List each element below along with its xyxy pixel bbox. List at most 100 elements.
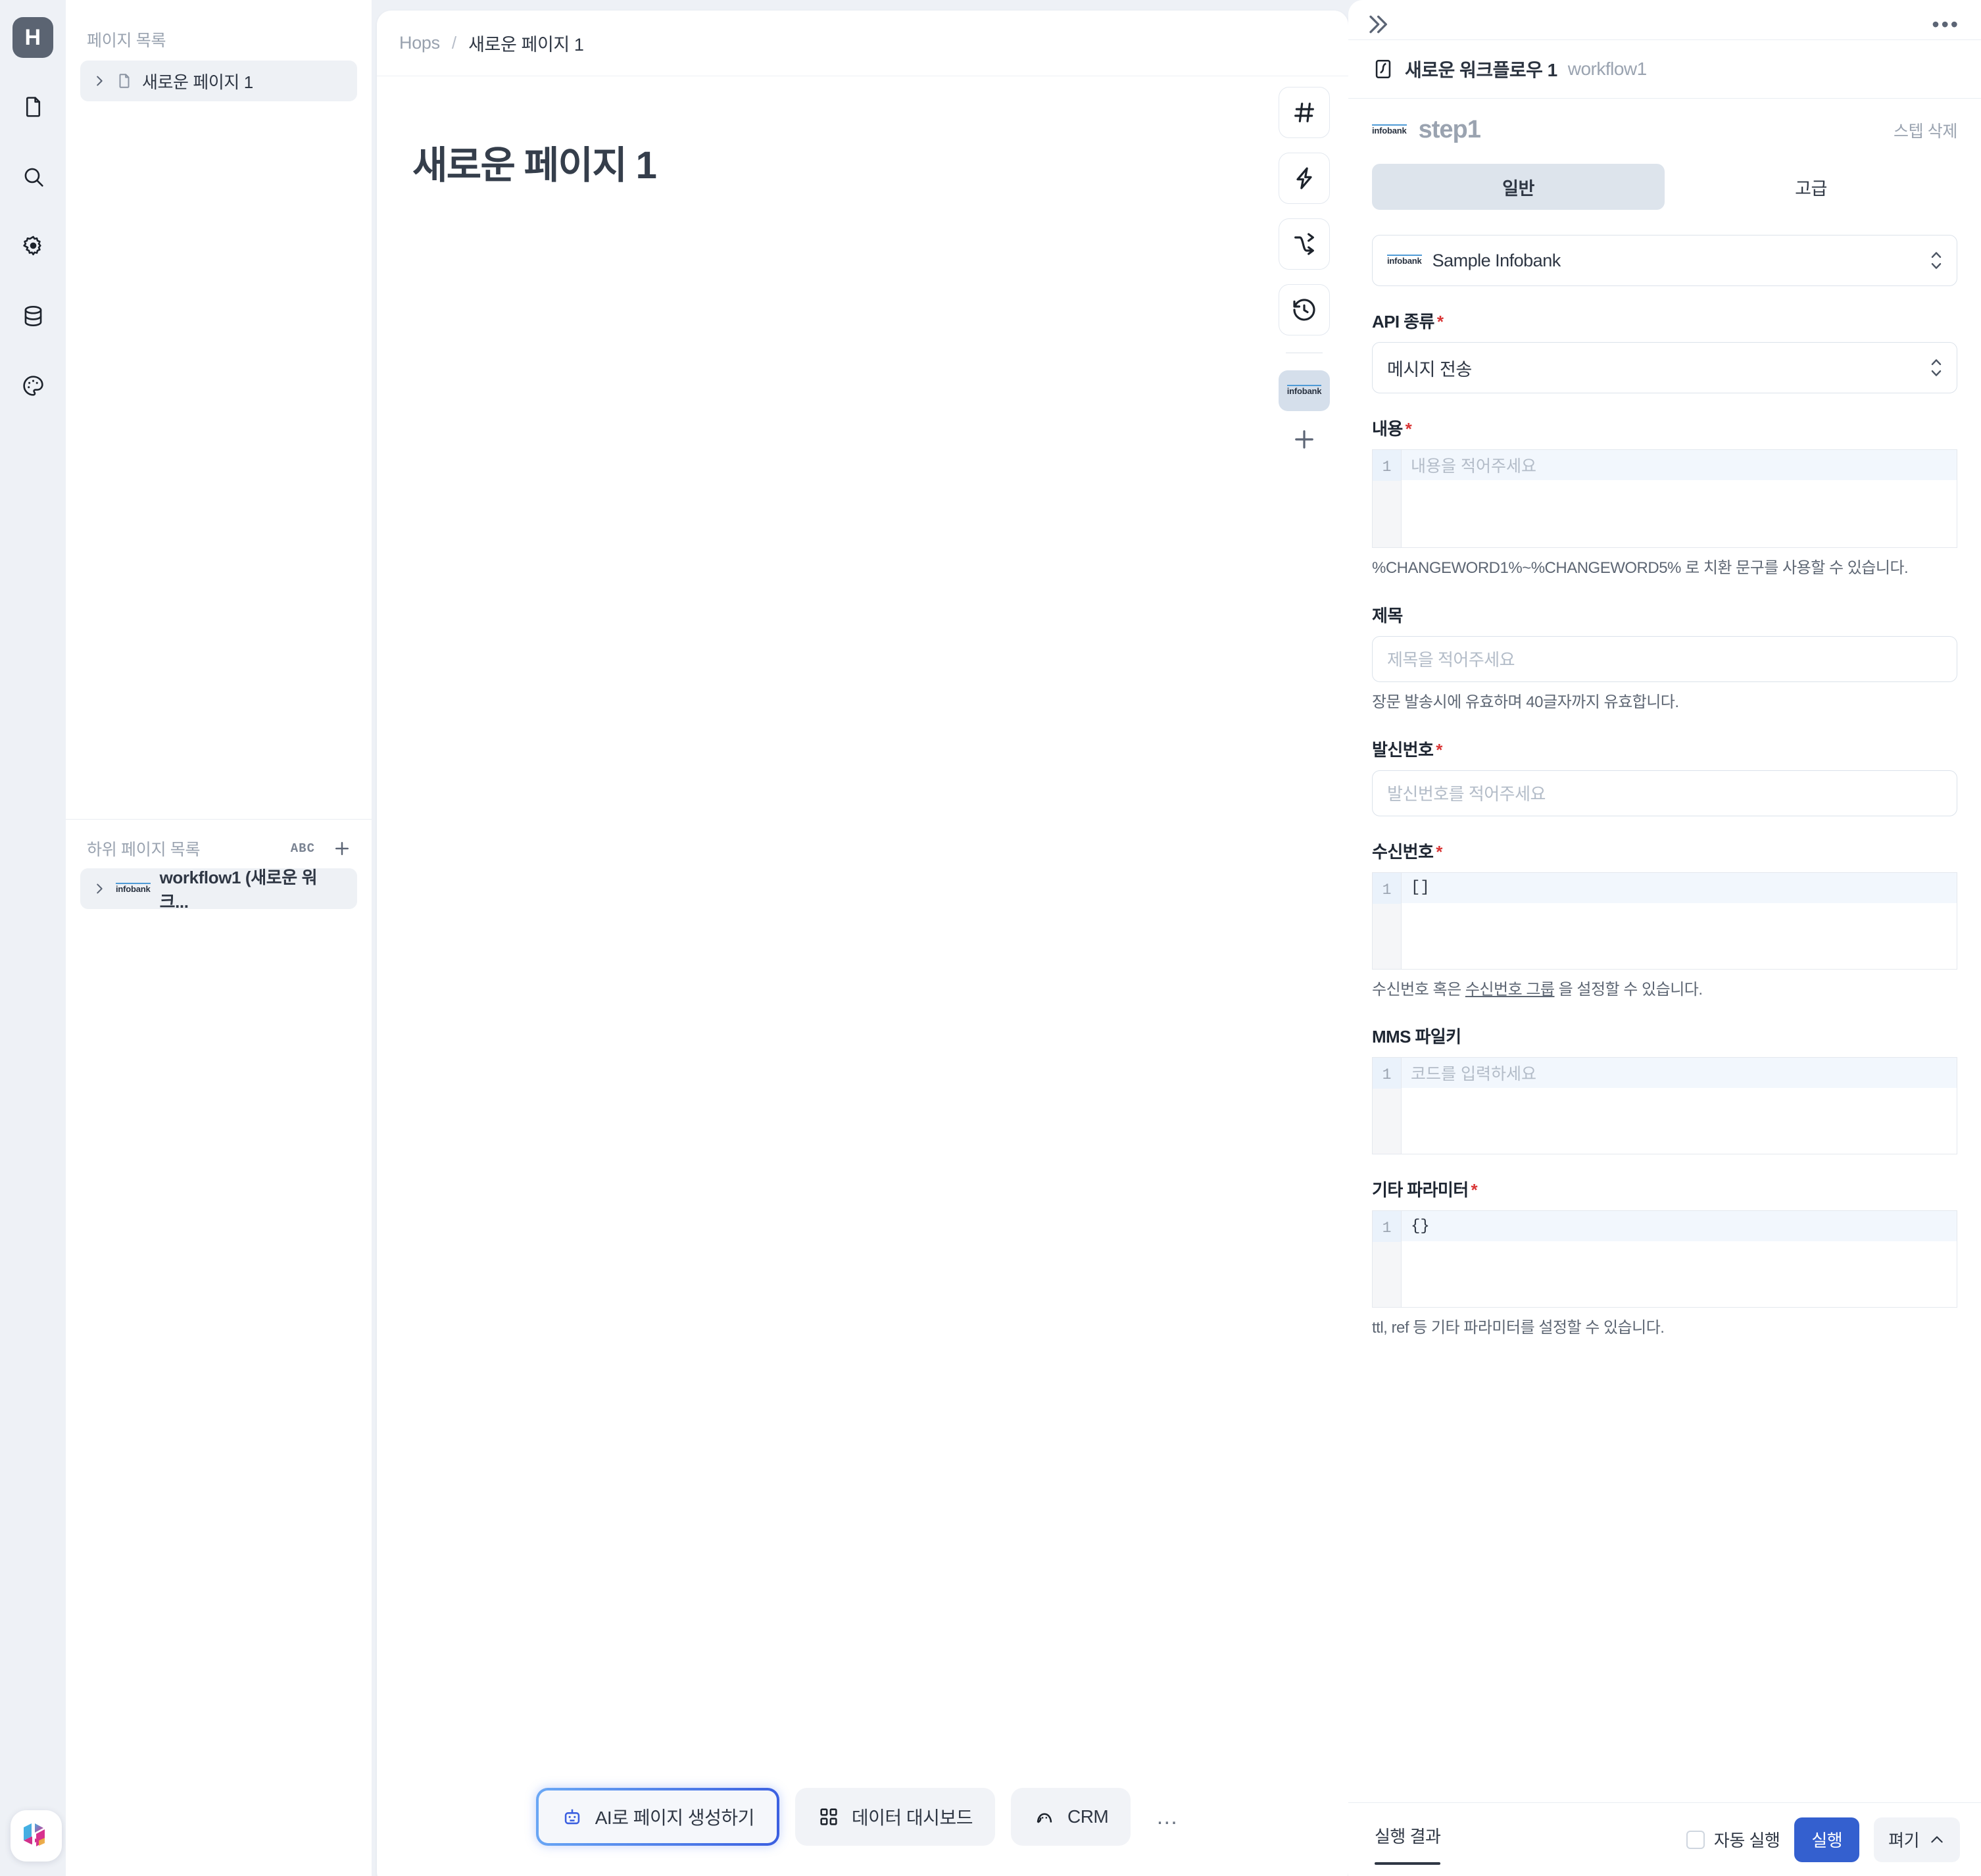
branch-arrows-icon[interactable] [1279, 218, 1330, 270]
crm-icon [1037, 1813, 1052, 1823]
etc-params-gutter: 1 [1373, 1211, 1402, 1308]
page-file-icon [116, 72, 133, 89]
infobank-badge: infobank [1372, 124, 1407, 136]
crm-button[interactable]: CRM [1010, 1788, 1131, 1846]
breadcrumb: Hops / 새로운 페이지 1 [377, 11, 1348, 76]
sort-abc-button[interactable]: ABC [291, 841, 315, 856]
page-list-item-label: 새로운 페이지 1 [142, 72, 253, 92]
history-clock-icon[interactable] [1279, 284, 1330, 335]
hash-icon[interactable] [1279, 87, 1330, 138]
mms-filekey-code-area[interactable]: 코드를 입력하세요 [1402, 1058, 1957, 1154]
tab-general[interactable]: 일반 [1372, 164, 1665, 210]
required-marker: * [1436, 841, 1442, 862]
content-label: 내용 [1372, 419, 1403, 439]
delete-step-button[interactable]: 스텝 삭제 [1894, 118, 1957, 142]
fold-panel-label: 펴기 [1888, 1831, 1919, 1850]
sender-placeholder: 발신번호를 적어주세요 [1387, 784, 1546, 804]
step-settings-panel: ••• 새로운 워크플로우 1 workflow1 infobank step1… [1348, 0, 1981, 1876]
sender-label-row: 발신번호 * [1372, 737, 1957, 761]
run-button[interactable]: 실행 [1794, 1817, 1860, 1862]
dashboard-grid-icon [820, 1808, 837, 1825]
hops-logo-icon [24, 1823, 45, 1846]
receiver-label: 수신번호 [1372, 841, 1434, 862]
api-type-label: API 종류 [1372, 312, 1434, 332]
chevron-updown-icon [1929, 355, 1944, 380]
search-icon[interactable] [12, 155, 54, 197]
data-dashboard-button[interactable]: 데이터 대시보드 [795, 1788, 995, 1846]
etc-params-code-editor[interactable]: 1 {} [1372, 1210, 1957, 1308]
etc-params-code-area[interactable]: {} [1402, 1211, 1957, 1307]
receiver-value: [] [1402, 872, 1957, 903]
page-list-panel: 페이지 목록 새로운 페이지 1 하위 페이지 목록 ABC infobank … [66, 0, 372, 1876]
content-code-editor[interactable]: 1 내용을 적어주세요 [1372, 449, 1957, 548]
sub-page-list-item[interactable]: infobank workflow1 (새로운 워크... [80, 868, 357, 912]
lightning-icon[interactable] [1279, 153, 1330, 204]
content-hint: %CHANGEWORD1%~%CHANGEWORD5% 로 치환 문구를 사용할… [1372, 559, 1909, 577]
tab-advanced[interactable]: 고급 [1665, 164, 1957, 210]
etc-params-hint: ttl, ref 등 기타 파라미터를 설정할 수 있습니다. [1372, 1319, 1665, 1337]
fold-panel-button[interactable]: 펴기 [1874, 1817, 1960, 1862]
workspace-avatar[interactable]: H [12, 17, 53, 58]
receiver-code-editor[interactable]: 1 [] [1372, 872, 1957, 970]
receiver-hint: 수신번호 혹은 수신번호 그룹 을 설정할 수 있습니다. [1372, 979, 1957, 1002]
tab-execution-result[interactable]: 실행 결과 [1375, 1809, 1441, 1870]
mms-filekey-placeholder: 코드를 입력하세요 [1402, 1058, 1957, 1089]
chevrons-right-icon[interactable] [1364, 11, 1390, 37]
palette-icon[interactable] [12, 364, 54, 407]
gear-icon[interactable] [12, 225, 54, 267]
etc-params-label: 기타 파라미터 [1372, 1180, 1469, 1200]
document-icon[interactable] [12, 86, 54, 128]
required-marker: * [1405, 419, 1412, 439]
canvas-bottom-toolbar: AI로 페이지 생성하기 데이터 대시보드 CRM … [377, 1788, 1348, 1846]
panel-top-bar: ••• [1348, 0, 1981, 39]
page-list-spacer [66, 101, 372, 819]
canvas-node-infobank[interactable]: infobank [1279, 370, 1330, 411]
breadcrumb-root[interactable]: Hops [399, 33, 440, 53]
api-type-value: 메시지 전송 [1387, 359, 1472, 380]
line-number: 1 [1373, 1211, 1401, 1243]
bottom-toolbar-more-button[interactable]: … [1146, 1804, 1189, 1830]
title-input[interactable]: 제목을 적어주세요 [1372, 635, 1957, 682]
api-type-select[interactable]: 메시지 전송 [1372, 342, 1957, 393]
chevron-right-icon[interactable] [92, 74, 107, 88]
connection-select[interactable]: infobank Sample Infobank [1372, 235, 1957, 286]
more-horizontal-icon[interactable]: ••• [1932, 12, 1960, 37]
required-marker: * [1471, 1180, 1478, 1200]
page-list-item[interactable]: 새로운 페이지 1 [80, 61, 357, 101]
auto-run-checkbox-wrap[interactable]: 자동 실행 [1686, 1827, 1780, 1852]
mms-filekey-label: MMS 파일키 [1372, 1027, 1461, 1047]
robot-icon [564, 1809, 579, 1825]
infobank-badge: infobank [116, 883, 151, 895]
step-title[interactable]: step1 [1419, 116, 1894, 144]
receiver-label-row: 수신번호 * [1372, 839, 1957, 863]
page-title[interactable]: 새로운 페이지 1 [377, 76, 1348, 189]
line-number: 1 [1373, 450, 1401, 481]
sub-page-list-header: 하위 페이지 목록 [87, 841, 201, 859]
auto-run-checkbox[interactable] [1686, 1830, 1705, 1849]
mms-filekey-code-editor[interactable]: 1 코드를 입력하세요 [1372, 1057, 1957, 1155]
breadcrumb-separator: / [451, 33, 457, 53]
workflow-name: 새로운 워크플로우 1 [1405, 60, 1557, 80]
sub-page-list-header-row: 하위 페이지 목록 ABC [66, 819, 372, 868]
step-settings-body: 일반 고급 infobank Sample Infobank API 종류 * 메… [1348, 148, 1981, 1802]
chevron-right-icon[interactable] [92, 881, 107, 896]
crm-label: CRM [1067, 1806, 1109, 1827]
add-node-button[interactable] [1290, 426, 1318, 453]
auto-run-label: 자동 실행 [1713, 1831, 1780, 1850]
receiver-code-area[interactable]: [] [1402, 872, 1957, 969]
content-label-row: 내용 * [1372, 416, 1957, 440]
mms-filekey-gutter: 1 [1373, 1058, 1402, 1154]
sender-input[interactable]: 발신번호를 적어주세요 [1372, 770, 1957, 816]
chevron-updown-icon [1929, 248, 1944, 273]
database-icon[interactable] [12, 295, 54, 337]
required-marker: * [1436, 739, 1442, 760]
brand-logo [11, 1810, 62, 1862]
add-sub-page-button[interactable] [332, 839, 352, 858]
ai-generate-page-button[interactable]: AI로 페이지 생성하기 [536, 1788, 779, 1846]
content-code-area[interactable]: 내용을 적어주세요 [1402, 450, 1957, 547]
workflow-header[interactable]: 새로운 워크플로우 1 workflow1 [1348, 39, 1981, 99]
receiver-group-link[interactable]: 수신번호 그룹 [1465, 981, 1555, 999]
connection-select-value: Sample Infobank [1432, 250, 1561, 270]
etc-params-label-row: 기타 파라미터 * [1372, 1177, 1957, 1201]
page-list-header: 페이지 목록 [87, 32, 166, 50]
